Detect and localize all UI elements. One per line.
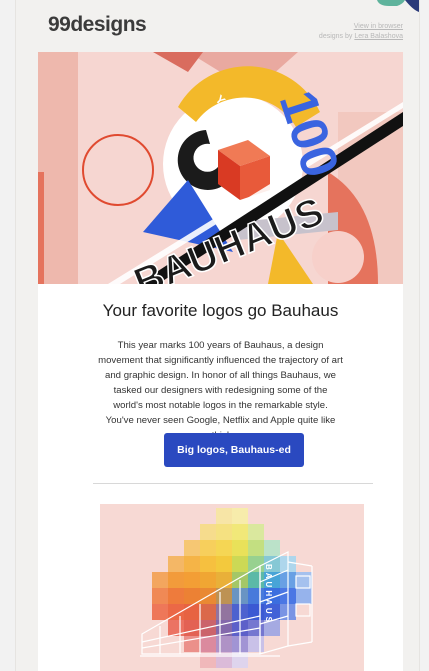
view-in-browser-link[interactable]: View in browser xyxy=(354,23,403,30)
99designs-logo[interactable]: 99designs xyxy=(48,13,147,37)
header-links: View in browser designs by Lera Balashov… xyxy=(319,22,403,42)
email-header: 99designs View in browser designs by Ler… xyxy=(16,0,419,52)
designs-by-label: designs by xyxy=(318,33,355,40)
email-body-text: This year marks 100 years of Bauhaus, a … xyxy=(98,340,343,441)
email-frame: 99designs View in browser designs by Ler… xyxy=(16,0,419,671)
designer-name-link[interactable]: Lera Balashova xyxy=(354,33,403,40)
section-divider xyxy=(93,483,373,484)
bauhaus-hero-illustration[interactable]: 100 YEARS OF BAUHAUS xyxy=(38,52,403,284)
big-logos-bauhaus-ed-button[interactable]: Big logos, Bauhaus-ed xyxy=(164,433,304,467)
email-content-card: 100 YEARS OF BAUHAUS Your favorite logos… xyxy=(38,52,403,671)
bauhaus-building-illustration[interactable]: BAUHAUS xyxy=(100,504,364,671)
email-title: Your favorite logos go Bauhaus xyxy=(102,301,339,320)
poster-vertical-bauhaus-text: BAUHAUS xyxy=(264,564,273,625)
